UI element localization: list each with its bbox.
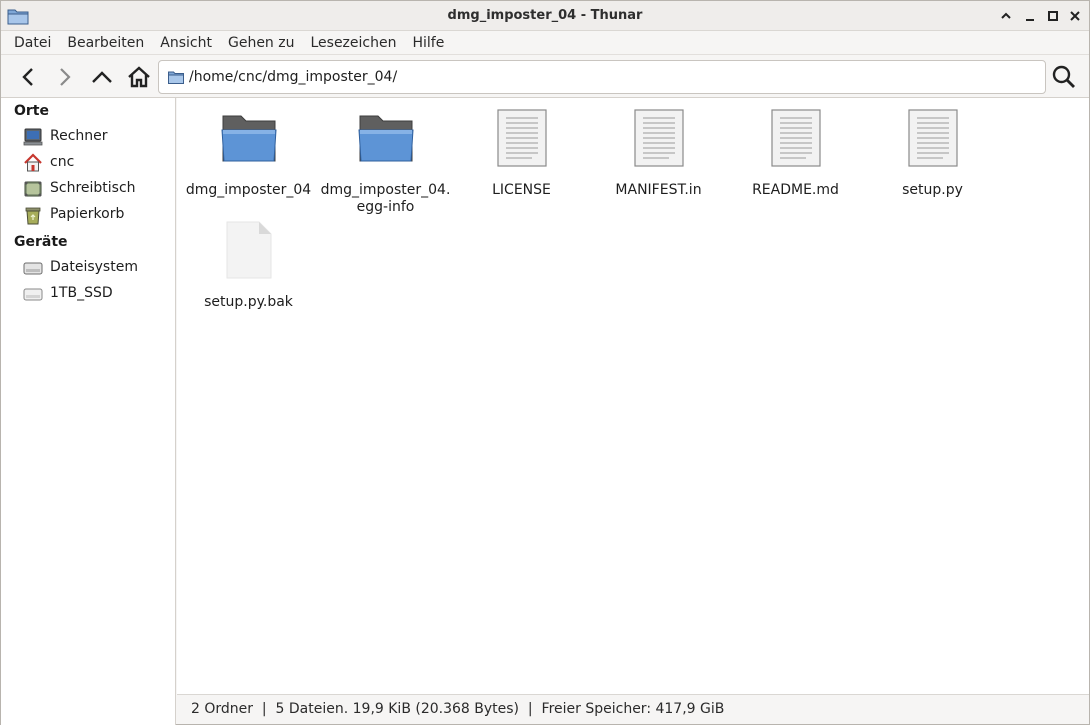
menu-hilfe[interactable]: Hilfe — [404, 32, 452, 54]
file-name: MANIFEST.in — [615, 182, 702, 198]
drive-icon — [23, 262, 43, 275]
text-file-icon — [907, 109, 958, 167]
file-name: README.md — [752, 182, 839, 198]
drive-icon — [23, 288, 43, 301]
file-name: setup.py.bak — [204, 294, 293, 310]
search-button[interactable] — [1049, 62, 1079, 92]
close-button[interactable] — [1066, 7, 1084, 25]
home-folder-icon — [24, 153, 42, 172]
up-icon — [92, 71, 112, 83]
file-name: LICENSE — [492, 182, 551, 198]
back-icon — [22, 68, 33, 86]
file-item-setup-py-bak[interactable]: setup.py.bak — [180, 220, 317, 311]
sidebar-item-schreibtisch[interactable]: Schreibtisch — [1, 176, 175, 202]
minimize-button[interactable] — [1021, 7, 1039, 25]
sidebar-item-label: Papierkorb — [50, 206, 125, 222]
window-title: dmg_imposter_04 - Thunar — [447, 8, 643, 23]
file-item-egg-info[interactable]: dmg_imposter_04. egg-info — [317, 108, 454, 216]
folder-icon — [357, 115, 414, 162]
maximize-icon — [1048, 11, 1058, 21]
title-bar[interactable]: dmg_imposter_04 - Thunar — [1, 1, 1089, 31]
maximize-button[interactable] — [1044, 7, 1062, 25]
file-name: dmg_imposter_04 — [185, 182, 312, 198]
text-file-icon — [770, 109, 821, 167]
sidebar-item-label: Dateisystem — [50, 259, 138, 275]
sidebar-item-label: cnc — [50, 154, 75, 170]
desktop-icon — [24, 181, 42, 197]
shade-button[interactable] — [997, 7, 1015, 25]
home-button[interactable] — [124, 62, 154, 92]
sidebar-item-dateisystem[interactable]: Dateisystem — [1, 255, 175, 281]
folder-icon — [168, 71, 184, 84]
file-item-readme[interactable]: README.md — [727, 108, 864, 199]
file-item-setup-py[interactable]: setup.py — [864, 108, 1001, 199]
file-item-manifest[interactable]: MANIFEST.in — [590, 108, 727, 199]
menu-bearbeiten[interactable]: Bearbeiten — [59, 32, 152, 54]
menu-bar: Datei Bearbeiten Ansicht Gehen zu Leseze… — [1, 31, 1089, 55]
sidebar: Orte Rechner cnc Schreibtisch Papierkorb… — [1, 98, 176, 725]
search-icon — [1052, 65, 1075, 88]
file-name: setup.py — [902, 182, 963, 198]
computer-icon — [23, 128, 43, 146]
chevron-up-icon — [1001, 12, 1011, 19]
up-button[interactable] — [87, 62, 117, 92]
location-path[interactable]: /home/cnc/dmg_imposter_04/ — [189, 69, 397, 85]
status-bar: 2 Ordner | 5 Dateien. 19,9 KiB (20.368 B… — [177, 694, 1089, 724]
forward-button[interactable] — [49, 62, 79, 92]
sidebar-item-papierkorb[interactable]: Papierkorb — [1, 202, 175, 228]
file-item-license[interactable]: LICENSE — [453, 108, 590, 199]
text-file-icon — [496, 109, 547, 167]
minimize-icon — [1026, 19, 1034, 21]
sidebar-item-cnc[interactable]: cnc — [1, 150, 175, 176]
sidebar-item-rechner[interactable]: Rechner — [1, 124, 175, 150]
trash-icon — [25, 207, 41, 225]
close-icon — [1070, 11, 1080, 21]
home-icon — [128, 66, 150, 88]
menu-ansicht[interactable]: Ansicht — [152, 32, 220, 54]
blank-file-icon — [226, 221, 271, 279]
folder-icon — [220, 115, 277, 162]
menu-datei[interactable]: Datei — [6, 32, 59, 54]
sidebar-heading-devices: Geräte — [14, 234, 68, 250]
file-item-dmg-imposter-04[interactable]: dmg_imposter_04 — [180, 108, 317, 199]
sidebar-item-label: Schreibtisch — [50, 180, 136, 196]
sidebar-item-label: Rechner — [50, 128, 108, 144]
file-name: dmg_imposter_04. egg-info — [320, 182, 451, 215]
forward-icon — [60, 68, 71, 86]
sidebar-item-label: 1TB_SSD — [50, 285, 113, 301]
location-bar[interactable]: /home/cnc/dmg_imposter_04/ — [158, 60, 1046, 94]
status-text: 2 Ordner | 5 Dateien. 19,9 KiB (20.368 B… — [191, 701, 725, 717]
menu-gehen-zu[interactable]: Gehen zu — [220, 32, 303, 54]
back-button[interactable] — [14, 62, 44, 92]
toolbar: /home/cnc/dmg_imposter_04/ — [1, 56, 1089, 98]
menu-lesezeichen[interactable]: Lesezeichen — [302, 32, 404, 54]
sidebar-heading-places: Orte — [14, 103, 49, 119]
thunar-window: dmg_imposter_04 - Thunar Datei Bearbeite… — [0, 0, 1090, 725]
text-file-icon — [633, 109, 684, 167]
file-icon-view[interactable]: dmg_imposter_04 dmg_imposter_04. egg-info — [177, 98, 1089, 694]
sidebar-item-1tb-ssd[interactable]: 1TB_SSD — [1, 281, 175, 307]
